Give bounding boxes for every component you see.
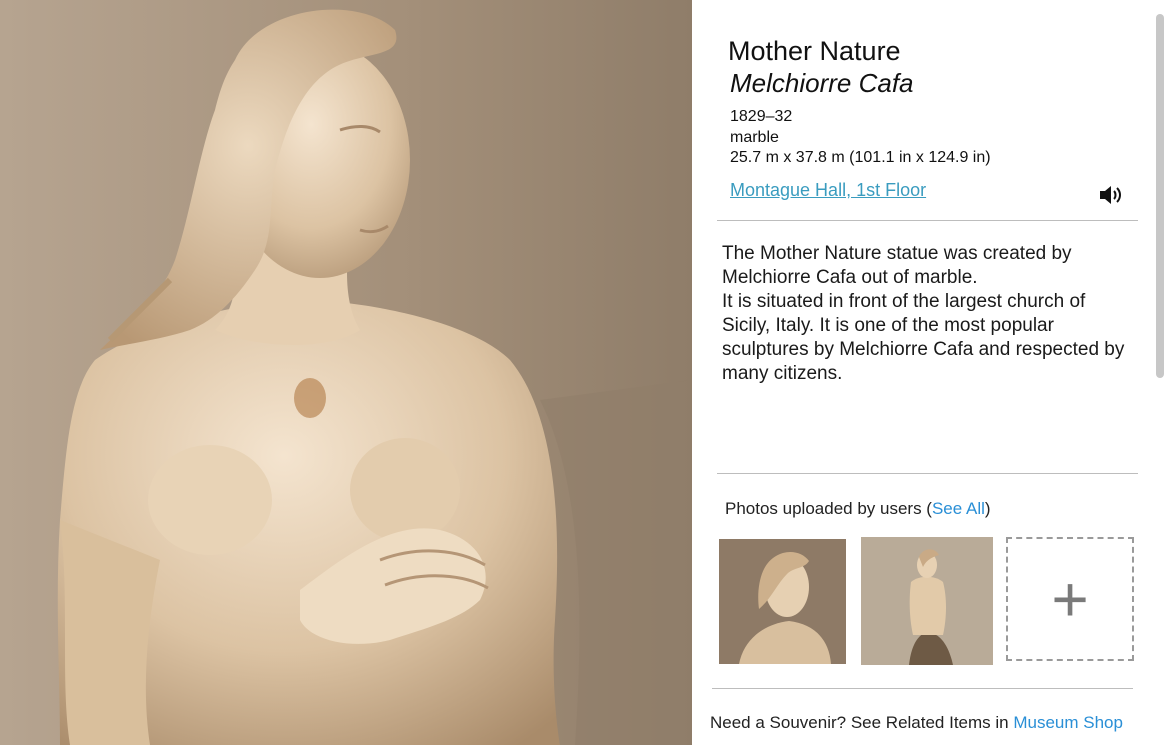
- artwork-date: 1829–32: [730, 108, 793, 125]
- statue-illustration: [0, 0, 692, 745]
- user-photo-thumbnail[interactable]: [719, 539, 846, 664]
- user-photos-heading: Photos uploaded by users (See All): [725, 499, 991, 519]
- user-photo-thumbnail[interactable]: [861, 537, 993, 665]
- museum-shop-link[interactable]: Museum Shop: [1013, 713, 1123, 732]
- speaker-icon[interactable]: [1098, 184, 1122, 206]
- plus-icon: +: [1051, 563, 1089, 635]
- divider: [717, 473, 1138, 474]
- artwork-title: Mother Nature: [728, 36, 901, 66]
- artwork-medium: marble: [730, 129, 779, 146]
- divider: [717, 220, 1138, 221]
- artwork-artist: Melchiorre Cafa: [730, 68, 914, 98]
- artwork-info-panel: Mother Nature Melchiorre Cafa 1829–32 ma…: [692, 0, 1167, 745]
- souvenir-text: Need a Souvenir? See Related Items in: [710, 713, 1014, 732]
- see-all-link[interactable]: See All: [932, 499, 985, 518]
- add-photo-button[interactable]: +: [1006, 537, 1134, 661]
- scrollbar-thumb[interactable]: [1156, 14, 1164, 378]
- artwork-description: The Mother Nature statue was created by …: [722, 242, 1132, 386]
- souvenir-line: Need a Souvenir? See Related Items in Mu…: [710, 713, 1123, 733]
- user-photos-heading-text: Photos uploaded by users (: [725, 499, 932, 518]
- description-paragraph: It is situated in front of the largest c…: [722, 291, 1125, 384]
- divider: [712, 688, 1133, 689]
- description-paragraph: The Mother Nature statue was created by …: [722, 243, 1072, 288]
- location-link[interactable]: Montague Hall, 1st Floor: [730, 180, 926, 201]
- user-photos-heading-close: ): [984, 499, 991, 518]
- artwork-dimensions: 25.7 m x 37.8 m (101.1 in x 124.9 in): [730, 149, 991, 166]
- artwork-image: [0, 0, 692, 745]
